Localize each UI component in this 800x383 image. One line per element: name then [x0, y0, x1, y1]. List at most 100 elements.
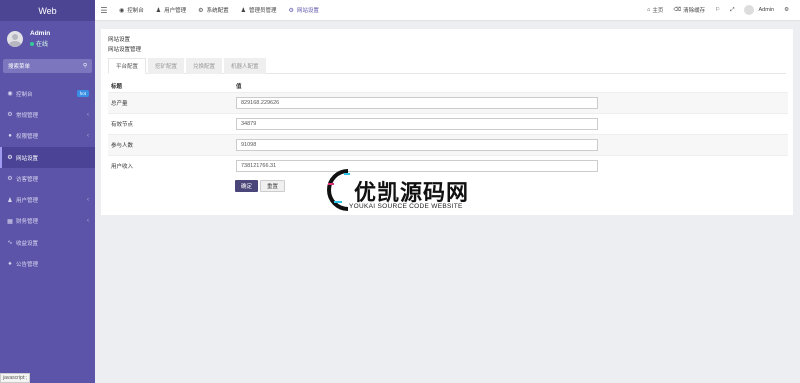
user-status: 在线 — [30, 39, 50, 48]
table-row: 有效节点 34879 — [108, 112, 788, 134]
chart-icon: ∿ — [7, 240, 13, 247]
sidebar-item-label: 收益设置 — [16, 240, 39, 247]
username: Admin — [758, 7, 775, 13]
search-icon[interactable]: ⚲ — [83, 63, 87, 69]
form-buttons: 确定 重置 — [235, 180, 793, 192]
bell-icon: ♠ — [8, 261, 12, 268]
column-header-title: 标题 — [111, 83, 123, 90]
home-link[interactable]: ⌂ 主页 — [642, 6, 668, 14]
table-row: 参与人数 91098 — [108, 133, 788, 155]
top-right-actions: ⌂ 主页 ⌫ 清除缓存 ⚐ ⤢ Admin ⚙ — [642, 0, 800, 21]
config-tabs: 平台配置 挖矿配置 兑换配置 机器人配置 — [108, 58, 786, 74]
clear-cache-button[interactable]: ⌫ 清除缓存 — [668, 6, 710, 14]
sidebar-item-finance[interactable]: ▦ 财务管理 ‹ — [0, 211, 95, 232]
tab-label: 管理员管理 — [248, 8, 277, 14]
gear-icon: ⚙ — [198, 7, 204, 14]
tab-label: 系统配置 — [206, 8, 229, 14]
sidebar-item-label: 网站设置 — [16, 155, 39, 162]
dashboard-icon: ◉ — [119, 7, 125, 14]
row-label: 有效节点 — [108, 112, 233, 134]
sidebar-item-label: 公告管理 — [16, 262, 39, 269]
participants-input[interactable]: 91098 — [236, 138, 598, 151]
tab-platform-config[interactable]: 平台配置 — [108, 58, 147, 74]
row-label: 总产量 — [108, 91, 233, 113]
settings-gear-icon[interactable]: ⚙ — [779, 7, 794, 13]
watermark: 优凯源码网 YOUKAI SOURCE CODE WEBSITE — [326, 165, 486, 215]
total-output-input[interactable]: 829168.229626 — [236, 96, 598, 109]
sidebar-item-label: 权限管理 — [16, 134, 39, 141]
trash-icon: ⌫ — [673, 7, 682, 13]
column-header-value: 值 — [236, 83, 242, 90]
tab-admin-management[interactable]: ♟ 管理员管理 — [235, 0, 283, 21]
user-icon: ♟ — [240, 7, 246, 14]
sidebar-item-label: 财务管理 — [16, 219, 39, 226]
settings-table: 标题 值 总产量 829168.229626 有效节点 34879 参与人数 9… — [108, 80, 788, 176]
tab-site-settings[interactable]: ⚙ 网站设置 — [282, 0, 324, 21]
menu-toggle-icon[interactable]: ☰ — [95, 6, 113, 15]
page-subtitle: 网站设置管理 — [108, 47, 142, 53]
sidebar-item-label: 控制台 — [16, 91, 33, 98]
valid-nodes-input[interactable]: 34879 — [236, 117, 598, 130]
top-tabs: ◉ 控制台 ♟ 用户管理 ⚙ 系统配置 ♟ 管理员管理 ⚙ 网站设置 — [113, 0, 325, 21]
tab-mining-config[interactable]: 挖矿配置 — [148, 58, 185, 74]
fullscreen-icon[interactable]: ⤢ — [725, 7, 739, 14]
tab-label: 网站设置 — [296, 8, 319, 14]
sidebar-item-site-settings[interactable]: ⚙ 网站设置 — [0, 146, 95, 169]
sidebar-item-label: 用户管理 — [16, 198, 39, 205]
tab-dashboard[interactable]: ◉ 控制台 — [113, 0, 150, 21]
row-label: 参与人数 — [108, 133, 233, 155]
watermark-en-text: YOUKAI SOURCE CODE WEBSITE — [349, 203, 463, 210]
sidebar-item-earnings[interactable]: ∿ 收益设置 — [0, 232, 95, 253]
cogs-icon: ⚙ — [7, 176, 13, 183]
logo[interactable]: Web — [0, 0, 95, 21]
user-icon: ♟ — [155, 7, 162, 14]
user-panel: Admin 在线 — [0, 25, 95, 53]
sidebar-item-users[interactable]: ♟ 用户管理 ‹ — [0, 189, 95, 210]
sidebar-item-dashboard[interactable]: ◉ 控制台 hot — [0, 83, 95, 104]
avatar — [7, 31, 23, 47]
sidebar: Web Admin 在线 搜索菜单 ⚲ ◉ 控制台 hot ⚙ 常规管理 ‹ ●… — [0, 0, 95, 383]
row-label: 用户收入 — [108, 154, 233, 176]
sidebar-item-visitors[interactable]: ⚙ 访客管理 — [0, 168, 95, 189]
home-icon: ⌂ — [646, 7, 651, 13]
cogs-icon: ⚙ — [7, 112, 13, 119]
menu-search-placeholder: 搜索菜单 — [8, 64, 31, 70]
user-name: Admin — [30, 30, 51, 37]
top-navbar: ☰ ◉ 控制台 ♟ 用户管理 ⚙ 系统配置 ♟ 管理员管理 ⚙ 网站设置 ⌂ 主… — [95, 0, 800, 21]
user-icon: ♟ — [7, 197, 13, 204]
clear-cache-label: 清除缓存 — [683, 8, 706, 14]
tab-exchange-config[interactable]: 兑换配置 — [186, 58, 223, 74]
sidebar-menu: ◉ 控制台 hot ⚙ 常规管理 ‹ ● 权限管理 ‹ ⚙ 网站设置 ⚙ 访客管… — [0, 83, 95, 275]
tab-user-management[interactable]: ♟ 用户管理 — [150, 0, 192, 21]
tab-label: 用户管理 — [164, 8, 187, 14]
language-icon[interactable]: ⚐ — [710, 7, 725, 13]
cogs-icon: ⚙ — [7, 155, 13, 162]
sidebar-item-permissions[interactable]: ● 权限管理 ‹ — [0, 126, 95, 147]
chevron-left-icon: ‹ — [87, 133, 89, 140]
user-menu[interactable]: Admin — [739, 5, 779, 15]
menu-search-input[interactable]: 搜索菜单 ⚲ — [3, 59, 92, 73]
browser-status-bar: javascript:; — [0, 373, 30, 383]
online-dot-icon — [30, 41, 34, 46]
page-title: 网站设置 — [108, 37, 131, 43]
sidebar-item-general[interactable]: ⚙ 常规管理 ‹ — [0, 104, 95, 125]
group-icon: ● — [8, 133, 12, 140]
confirm-button[interactable]: 确定 — [235, 180, 259, 192]
sidebar-item-label: 常规管理 — [16, 112, 39, 119]
user-status-text: 在线 — [36, 42, 49, 48]
sidebar-item-label: 访客管理 — [16, 176, 39, 183]
money-icon: ▦ — [7, 218, 13, 225]
tab-label: 控制台 — [127, 8, 144, 14]
avatar — [744, 5, 755, 15]
chevron-left-icon: ‹ — [87, 197, 89, 204]
chevron-left-icon: ‹ — [87, 111, 89, 118]
tab-system-config[interactable]: ⚙ 系统配置 — [192, 0, 234, 21]
sidebar-item-announcements[interactable]: ♠ 公告管理 — [0, 253, 95, 274]
home-label: 主页 — [652, 8, 664, 14]
hot-badge: hot — [76, 90, 89, 98]
chevron-left-icon: ‹ — [87, 218, 89, 225]
dashboard-icon: ◉ — [7, 91, 13, 98]
tab-robot-config[interactable]: 机器人配置 — [224, 58, 266, 74]
cogs-icon: ⚙ — [288, 7, 294, 14]
reset-button[interactable]: 重置 — [260, 180, 286, 192]
